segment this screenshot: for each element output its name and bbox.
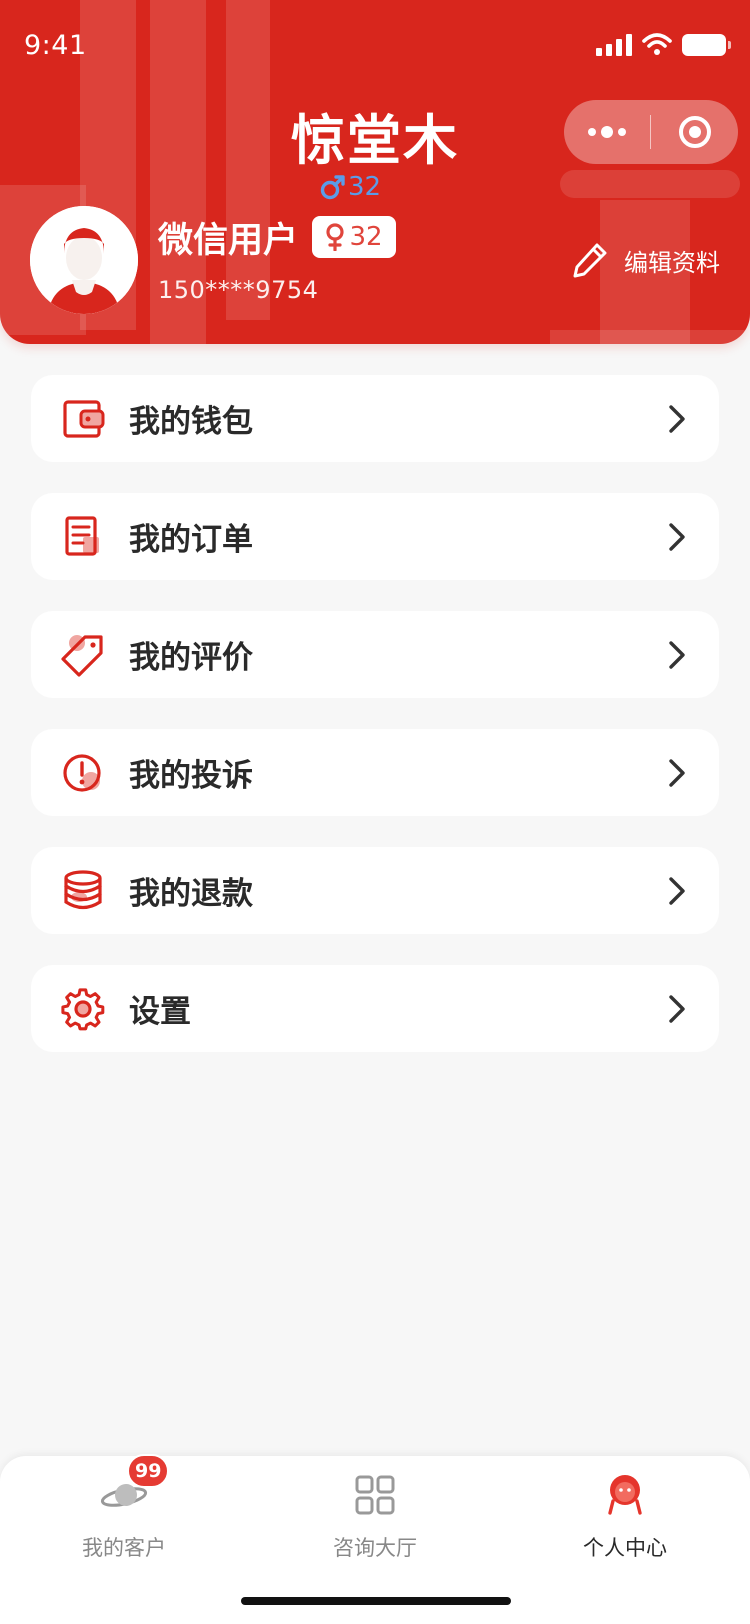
tab-label: 个人中心	[583, 1536, 667, 1560]
grid-icon	[275, 1466, 475, 1524]
close-target-icon[interactable]	[651, 114, 738, 150]
menu-item-refunds[interactable]: 我的退款	[31, 847, 719, 934]
female-count: 32	[349, 222, 383, 252]
menu-item-orders[interactable]: 我的订单	[31, 493, 719, 580]
male-symbol-icon	[320, 175, 345, 200]
miniprogram-capsule[interactable]	[564, 100, 738, 164]
tab-label: 咨询大厅	[333, 1536, 417, 1560]
chevron-right-icon	[669, 404, 685, 433]
battery-icon	[682, 34, 731, 56]
edit-profile-label: 编辑资料	[624, 248, 720, 277]
user-icon	[525, 1466, 725, 1524]
female-count-badge: 32	[312, 216, 396, 258]
home-indicator	[241, 1597, 511, 1605]
avatar[interactable]	[30, 206, 138, 314]
tag-icon	[61, 633, 105, 677]
chevron-right-icon	[669, 994, 685, 1023]
menu-item-complaints[interactable]: 我的投诉	[31, 729, 719, 816]
menu-list: 我的钱包 我的订单 我的评价 我的投诉 我的退款 设置	[31, 375, 719, 1083]
coins-icon	[61, 869, 105, 913]
signal-icon	[596, 34, 632, 56]
more-icon[interactable]	[564, 126, 650, 138]
tab-label: 我的客户	[82, 1536, 166, 1560]
chevron-right-icon	[669, 758, 685, 787]
wallet-icon	[61, 397, 105, 441]
decor-column-base	[550, 330, 750, 344]
chevron-right-icon	[669, 876, 685, 905]
menu-label: 设置	[129, 994, 191, 1030]
menu-label: 我的订单	[129, 522, 253, 558]
tab-personal-center[interactable]: 个人中心	[525, 1466, 725, 1562]
pencil-icon	[573, 243, 607, 278]
profile-header: 9:41 惊堂木 32 微信用户 32 150****9754 编辑资料	[0, 0, 750, 344]
menu-item-reviews[interactable]: 我的评价	[31, 611, 719, 698]
wifi-icon	[642, 33, 672, 55]
gear-icon	[61, 987, 105, 1031]
male-count: 32	[348, 172, 382, 202]
female-symbol-icon	[326, 223, 345, 251]
status-time: 9:41	[24, 30, 87, 61]
tab-consult-hall[interactable]: 咨询大厅	[275, 1466, 475, 1562]
menu-item-wallet[interactable]: 我的钱包	[31, 375, 719, 462]
chevron-right-icon	[669, 640, 685, 669]
notification-badge: 99	[127, 1454, 170, 1488]
tab-my-customers[interactable]: 99 我的客户	[24, 1454, 224, 1562]
alert-icon	[61, 751, 105, 795]
menu-item-settings[interactable]: 设置	[31, 965, 719, 1052]
phone-number: 150****9754	[158, 276, 319, 304]
male-count-tag: 32	[320, 172, 381, 202]
order-icon	[61, 515, 105, 559]
menu-label: 我的评价	[129, 640, 253, 676]
menu-label: 我的投诉	[129, 758, 253, 794]
menu-label: 我的钱包	[129, 404, 253, 440]
menu-label: 我的退款	[129, 876, 253, 912]
avatar-placeholder-icon	[30, 206, 138, 314]
chevron-right-icon	[669, 522, 685, 551]
planet-icon: 99	[24, 1454, 224, 1524]
status-icons	[596, 32, 731, 56]
edit-profile-button[interactable]: 编辑资料	[570, 240, 720, 280]
user-name: 微信用户	[158, 221, 299, 261]
